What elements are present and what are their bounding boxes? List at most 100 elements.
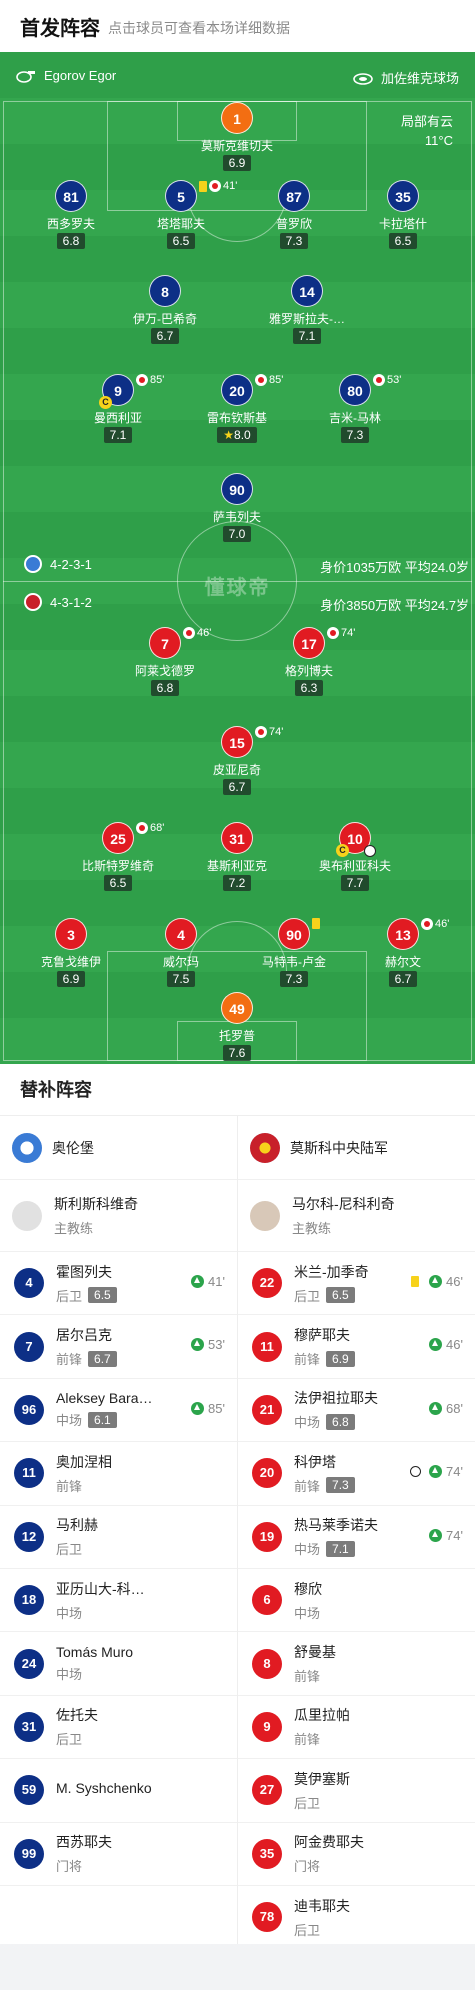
player-rating: 7.0 [222, 526, 252, 542]
player-away-cb2[interactable]: 90 马特韦-卢金 7.3 [234, 918, 354, 988]
captain-icon: C [99, 396, 112, 409]
home-team-name: 奥伦堡 [52, 1139, 94, 1156]
player-name: 雷布钦斯基 [206, 411, 267, 425]
sub-player-position: 前锋 [56, 1476, 237, 1495]
player-rating: 6.9 [56, 971, 86, 987]
sub-player-row[interactable]: 9 瓜里拉帕 前锋 [238, 1696, 475, 1760]
player-away-st2[interactable]: 17 74' 格列博夫 6.3 [249, 627, 369, 697]
sub-player-row[interactable]: 7 居尔吕克 前锋 6.7 53' [0, 1315, 237, 1379]
player-home-lw[interactable]: 9C 85' 曼西利亚 7.1 [58, 374, 178, 444]
player-event: 41' [199, 180, 237, 192]
player-rating: 6.7 [150, 328, 180, 344]
yellow-card-icon [312, 918, 320, 929]
sub-player-name: 迪韦耶夫 [294, 1897, 350, 1914]
referee-info: Egorov Egor [16, 68, 116, 83]
sub-player-row[interactable]: 24 Tomás Muro 中场 [0, 1632, 237, 1696]
sub-player-row[interactable]: 59 M. Syshchenko [0, 1759, 237, 1823]
player-number: 17 [293, 627, 325, 659]
player-number: 7 [149, 627, 181, 659]
sub-player-number: 59 [14, 1775, 44, 1806]
away-team-row[interactable]: 莫斯科中央陆军 [238, 1116, 475, 1180]
sub-player-row[interactable]: 96 Aleksey Bara… 中场 6.1 85' [0, 1379, 237, 1443]
player-away-cm1[interactable]: 25 68' 比斯特罗维奇 6.5 [58, 822, 178, 892]
star-icon: ★ [223, 428, 235, 442]
player-away-cm2[interactable]: 31 基斯利亚克 7.2 [177, 822, 297, 892]
sub-player-row[interactable]: 21 法伊祖拉耶夫 中场 6.8 68' [238, 1379, 475, 1443]
player-home-rw[interactable]: 80 53' 吉米-马林 7.3 [295, 374, 415, 444]
sub-player-row[interactable]: 12 马利赫 后卫 [0, 1506, 237, 1569]
sub-player-number: 11 [252, 1331, 282, 1362]
player-name: 奥布利亚科夫 [318, 859, 391, 873]
sub-player-row[interactable]: 35 阿金费耶夫 门将 [238, 1823, 475, 1886]
player-away-cb1[interactable]: 4 威尔玛 7.5 [121, 918, 241, 988]
player-home-lb[interactable]: 81 西多罗夫 6.8 [11, 180, 131, 250]
weather-text: 局部有云 [400, 114, 453, 129]
player-away-am[interactable]: 15 74' 皮亚尼奇 6.7 [177, 726, 297, 796]
player-away-lb[interactable]: 3 克鲁戈维伊 6.9 [11, 918, 131, 988]
sub-player-row[interactable]: 20 科伊塔 前锋 7.3 74' [238, 1442, 475, 1506]
player-number: 14 [291, 275, 323, 307]
sub-player-row[interactable]: 78 迪韦耶夫 后卫 [238, 1886, 475, 1950]
player-home-cb1[interactable]: 5 41' 塔塔耶夫 6.5 [121, 180, 241, 250]
player-home-rb[interactable]: 35 卡拉塔什 6.5 [343, 180, 463, 250]
sub-player-rating: 6.9 [326, 1350, 355, 1367]
sub-player-number: 6 [252, 1585, 282, 1616]
player-rating: 7.6 [222, 1045, 252, 1061]
yellow-card-icon [199, 180, 207, 192]
player-away-st1[interactable]: 7 46' 阿莱戈德罗 6.8 [105, 627, 225, 697]
player-number: 35 [387, 180, 419, 212]
player-rating: ★8.0 [217, 427, 257, 443]
sub-player-position: 后卫 [56, 1539, 237, 1558]
home-coach-row[interactable]: 斯利斯科维奇 主教练 [0, 1180, 237, 1252]
player-event: 68' [136, 822, 164, 834]
player-number: 25 [102, 822, 134, 854]
sub-player-name: 米兰-加季奇 [294, 1263, 369, 1280]
sub-player-number: 21 [252, 1394, 282, 1425]
referee-name: Egorov Egor [44, 68, 117, 83]
player-home-dm2[interactable]: 14 雅罗斯拉夫-… 7.1 [247, 275, 367, 345]
sub-player-row[interactable]: 27 莫伊塞斯 后卫 [238, 1759, 475, 1823]
player-name: 基斯利亚克 [206, 859, 267, 873]
sub-player-number: 11 [14, 1458, 44, 1489]
sub-in-icon [429, 1401, 443, 1415]
player-home-st[interactable]: 90 萨韦列夫 7.0 [177, 473, 297, 543]
player-event [312, 918, 320, 929]
sub-player-position: 后卫 [294, 1793, 475, 1812]
player-rating: 7.3 [279, 233, 309, 249]
player-home-cb2[interactable]: 87 普罗欣 7.3 [234, 180, 354, 250]
sub-player-row[interactable]: 19 热马莱季诺夫 中场 7.1 74' [238, 1506, 475, 1569]
player-name: 比斯特罗维奇 [81, 859, 154, 873]
player-away-keeper[interactable]: 49 托罗普 7.6 [177, 992, 297, 1062]
sub-player-row[interactable]: 18 亚历山大-科… 中场 [0, 1569, 237, 1633]
sub-player-rating: 6.1 [88, 1411, 117, 1428]
sub-player-row[interactable]: 22 米兰-加季奇 后卫 6.5 46' [238, 1252, 475, 1316]
sub-in-minute: 41' [208, 1274, 225, 1289]
sub-player-row[interactable]: 6 穆欣 中场 [238, 1569, 475, 1633]
sub-player-row[interactable]: 8 舒曼基 前锋 [238, 1632, 475, 1696]
sub-out-icon [373, 374, 385, 386]
player-rating: 6.7 [388, 971, 418, 987]
sub-player-row[interactable]: 4 霍图列夫 后卫 6.5 41' [0, 1252, 237, 1316]
sub-player-row[interactable]: 99 西苏耶夫 门将 [0, 1823, 237, 1886]
player-home-am[interactable]: 20 85' 雷布钦斯基 ★8.0 [177, 374, 297, 444]
home-team-mini-logo [24, 555, 42, 573]
sub-player-name: 奥加涅相 [56, 1453, 112, 1470]
player-home-keeper[interactable]: 1 莫斯克维切夫 6.9 [177, 102, 297, 172]
home-formation-text: 4-2-3-1 [50, 556, 92, 572]
player-away-rb[interactable]: 13 46' 赫尔文 6.7 [343, 918, 463, 988]
player-rating: 6.8 [150, 680, 180, 696]
away-coach-row[interactable]: 马尔科-尼科利奇 主教练 [238, 1180, 475, 1252]
sub-player-position-text: 前锋 [294, 1478, 321, 1494]
sub-player-event: 46' [411, 1274, 463, 1289]
sub-player-row[interactable]: 31 佐托夫 后卫 [0, 1696, 237, 1760]
player-home-dm1[interactable]: 8 伊万-巴希奇 6.7 [105, 275, 225, 345]
sub-player-position-text: 后卫 [294, 1288, 321, 1304]
sub-player-row[interactable]: 11 穆萨耶夫 前锋 6.9 46' [238, 1315, 475, 1379]
sub-player-number: 99 [14, 1838, 44, 1869]
player-rating: 6.3 [294, 680, 324, 696]
home-team-row[interactable]: 奥伦堡 [0, 1116, 237, 1180]
player-away-cm3[interactable]: 10 C 奥布利亚科夫 7.7 [295, 822, 415, 892]
stadium-icon [353, 72, 373, 85]
sub-player-row[interactable]: 11 奥加涅相前锋 [0, 1442, 237, 1506]
sub-player-position-text: 门将 [294, 1859, 321, 1875]
